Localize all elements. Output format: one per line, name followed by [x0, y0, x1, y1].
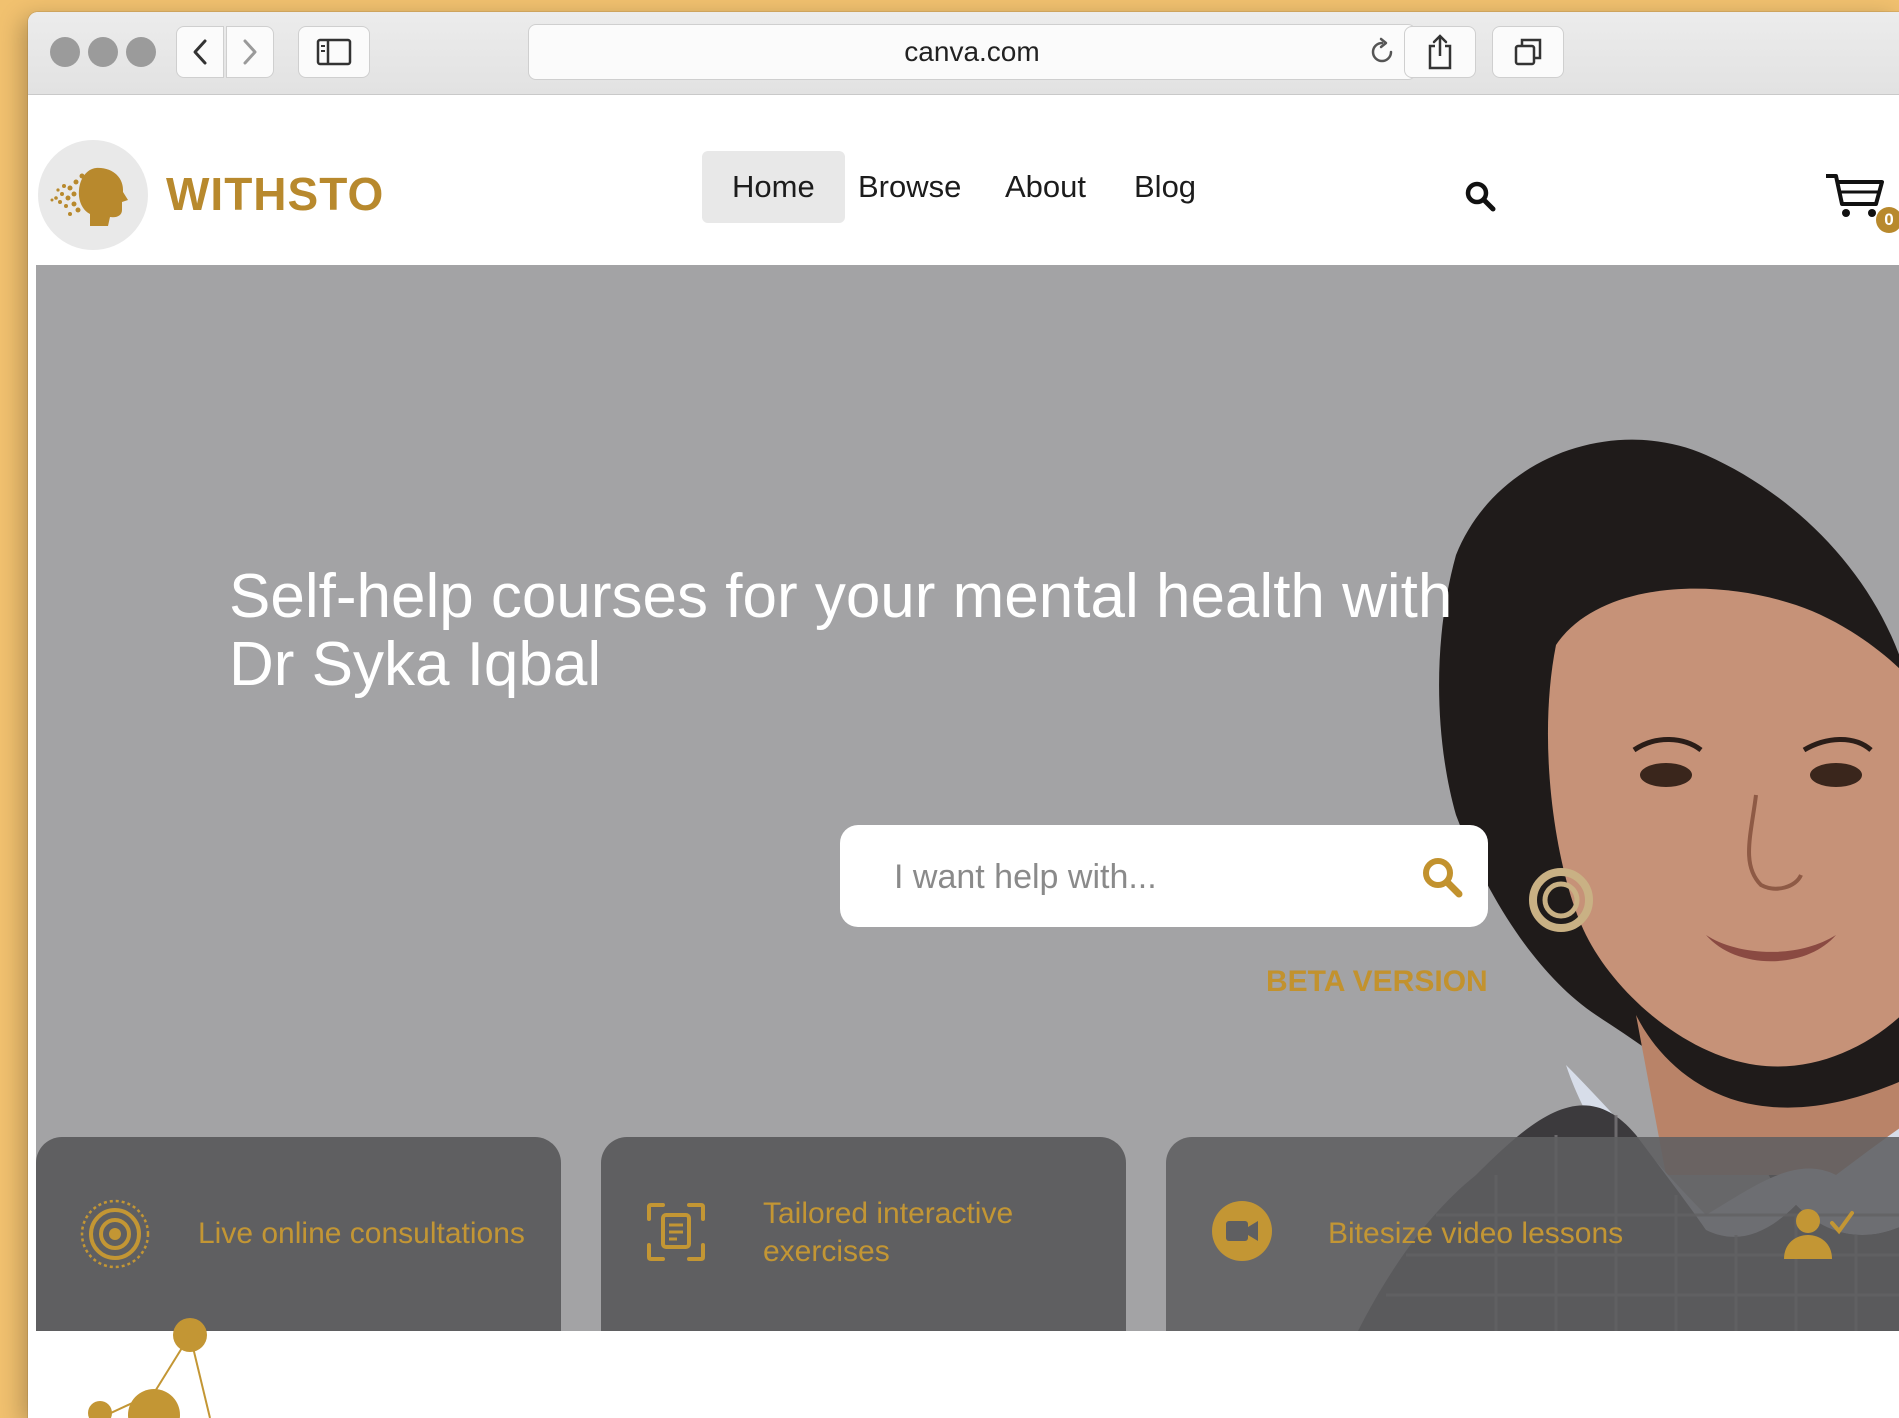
tabs-icon [1514, 38, 1542, 66]
feature-card-exercises[interactable]: Tailored interactive exercises [601, 1137, 1126, 1331]
close-window-button[interactable] [50, 37, 80, 67]
url-text: canva.com [904, 36, 1040, 67]
target-icon [80, 1199, 150, 1269]
feature-card-consultations[interactable]: Live online consultations [36, 1137, 561, 1331]
tabs-overview-button[interactable] [1492, 26, 1564, 78]
cart-icon[interactable] [1824, 170, 1884, 220]
chevron-left-icon [193, 39, 207, 65]
brand-name[interactable]: WITHSTO [166, 167, 384, 221]
beta-version-label: BETA VERSION [1266, 965, 1488, 998]
nav-browse[interactable]: Browse [828, 151, 991, 223]
address-bar[interactable]: canva.com [528, 24, 1416, 80]
reload-icon[interactable] [1367, 37, 1397, 67]
feature-card-video[interactable]: Bitesize video lessons [1166, 1137, 1899, 1331]
chevron-right-icon [243, 39, 257, 65]
minimize-window-button[interactable] [88, 37, 118, 67]
hero-title-line1: Self-help courses for your mental health… [229, 562, 1453, 631]
cart-count-badge: 0 [1876, 207, 1899, 233]
video-camera-icon [1212, 1201, 1272, 1261]
share-icon [1428, 34, 1452, 70]
help-search-input[interactable] [892, 825, 1396, 929]
page-below-hero [28, 1331, 1899, 1418]
nav-blog[interactable]: Blog [1104, 151, 1226, 223]
hero-title: Self-help courses for your mental health… [229, 563, 1529, 699]
site-header: WITHSTO Home Browse About Blog 0 [28, 95, 1899, 265]
search-submit-icon[interactable] [1420, 855, 1464, 899]
search-icon[interactable] [1464, 180, 1496, 212]
share-button[interactable] [1404, 26, 1476, 78]
logo[interactable] [38, 140, 148, 250]
user-check-icon [1784, 1209, 1854, 1259]
browser-toolbar: canva.com [28, 12, 1899, 95]
feature-label: Bitesize video lessons [1328, 1217, 1624, 1250]
browser-window: canva.com WITHSTO Home Browse About Blog… [28, 12, 1899, 1418]
feature-label-line1: Tailored interactive [763, 1197, 1014, 1230]
hero-section: Self-help courses for your mental health… [36, 265, 1899, 1331]
forward-button[interactable] [226, 26, 274, 78]
maximize-window-button[interactable] [126, 37, 156, 67]
head-logo-icon [50, 167, 128, 226]
molecule-decoration [88, 1318, 211, 1418]
sidebar-icon [316, 38, 352, 66]
feature-label-line2: exercises [763, 1235, 890, 1268]
nav-home[interactable]: Home [702, 151, 845, 223]
feature-label: Tailored interactive exercises [763, 1195, 1013, 1271]
sidebar-toggle-button[interactable] [298, 26, 370, 78]
nav-about[interactable]: About [975, 151, 1116, 223]
feature-label: Live online consultations [198, 1217, 525, 1250]
hero-title-line2: Dr Syka Iqbal [229, 630, 602, 699]
back-button[interactable] [176, 26, 224, 78]
document-scan-icon [647, 1203, 705, 1261]
help-search-box [840, 825, 1488, 929]
